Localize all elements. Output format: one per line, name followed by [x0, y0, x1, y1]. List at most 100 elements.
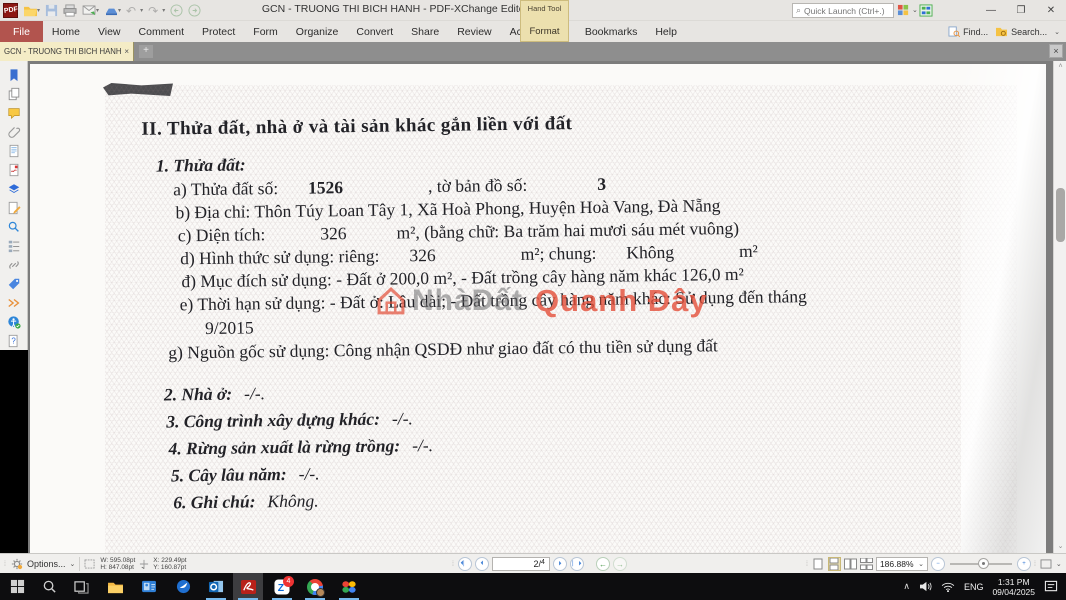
maximize-button[interactable]: ❐	[1014, 5, 1028, 16]
vertical-scrollbar-thumb[interactable]	[1056, 188, 1065, 242]
zoom-level-box[interactable]: 186.88%⌄	[876, 557, 928, 571]
signatures-pane-icon[interactable]	[5, 162, 23, 178]
publish-button[interactable]: ▾	[103, 2, 122, 19]
search-pane-icon[interactable]	[5, 219, 23, 235]
comments-pane-icon[interactable]	[5, 105, 23, 121]
speaker-icon[interactable]	[919, 581, 932, 592]
scroll-down-icon[interactable]: ⌄	[1054, 541, 1066, 553]
listing-site-watermark: NhàĐất Quanh Đây	[374, 283, 708, 319]
find-button[interactable]: Find...	[948, 26, 988, 37]
start-button[interactable]	[2, 573, 32, 600]
first-page-button[interactable]: ⏴⎸	[458, 557, 472, 571]
undo-button[interactable]: ↶	[125, 2, 137, 19]
action-center-icon[interactable]	[1044, 580, 1058, 593]
email-button[interactable]: ▾	[81, 2, 100, 19]
minimize-button[interactable]: —	[984, 5, 998, 16]
thumbnails-pane-icon[interactable]	[5, 86, 23, 102]
accessibility-pane-icon[interactable]	[5, 314, 23, 330]
next-page-button[interactable]: ⏵	[553, 557, 567, 571]
menu-convert[interactable]: Convert	[347, 21, 402, 42]
attachments-pane-icon[interactable]	[5, 124, 23, 140]
tags-pane-icon[interactable]	[5, 276, 23, 292]
menu-bookmarks[interactable]: Bookmarks	[576, 21, 647, 42]
last-page-button[interactable]: ⎸⏵	[570, 557, 584, 571]
fit-page-button[interactable]	[1040, 557, 1053, 571]
export-pane-icon[interactable]	[5, 200, 23, 216]
page-number-box[interactable]: 2/4	[492, 557, 550, 571]
tray-expand-chevron[interactable]: ∧	[903, 581, 910, 592]
menu-view[interactable]: View	[89, 21, 130, 42]
quick-launch-input[interactable]	[804, 6, 888, 16]
nav-back-button[interactable]	[169, 2, 184, 19]
document-page[interactable]: II. Thửa đất, nhà ở và tài sản khác gắn …	[30, 64, 1046, 553]
view-back-button[interactable]: ←	[596, 557, 610, 571]
redo-button[interactable]: ↷	[147, 2, 159, 19]
close-button[interactable]: ✕	[1044, 5, 1058, 16]
zoom-slider[interactable]	[950, 563, 1012, 565]
open-file-button[interactable]: ▾	[22, 2, 41, 19]
menu-form[interactable]: Form	[244, 21, 287, 42]
chrome-icon[interactable]	[300, 573, 330, 600]
menu-comment[interactable]: Comment	[130, 21, 194, 42]
ui-theme-icon[interactable]: ⌄	[897, 4, 918, 16]
zoom-slider-knob[interactable]	[978, 558, 989, 569]
statusbar-more-chevron[interactable]: ⌄	[1056, 560, 1062, 568]
tabbar-close-icon[interactable]: ×	[1049, 44, 1063, 58]
menu-share[interactable]: Share	[402, 21, 448, 42]
menu-help[interactable]: Help	[646, 21, 686, 42]
previous-page-button[interactable]: ⏴	[475, 557, 489, 571]
zoom-out-button[interactable]: −	[931, 557, 945, 571]
options-button[interactable]: Options...	[27, 559, 66, 569]
content-pane-icon[interactable]	[5, 143, 23, 159]
wifi-icon[interactable]	[941, 582, 955, 592]
redo-dropdown[interactable]: ▾	[161, 2, 166, 19]
menu-review[interactable]: Review	[448, 21, 500, 42]
people-app-icon[interactable]	[134, 573, 164, 600]
single-page-view-button[interactable]	[812, 557, 825, 571]
destinations-pane-icon[interactable]	[5, 295, 23, 311]
quick-launch-box[interactable]: ⌕	[792, 3, 894, 18]
bookmarks-pane-icon[interactable]	[5, 67, 23, 83]
two-page-view-button[interactable]	[844, 557, 857, 571]
menu-home[interactable]: Home	[43, 21, 89, 42]
butterfly-app-icon[interactable]	[334, 573, 364, 600]
zalo-icon[interactable]: Z4	[267, 573, 297, 600]
taskbar-clock[interactable]: 1:31 PM09/04/2025	[992, 577, 1035, 597]
menu-protect[interactable]: Protect	[193, 21, 244, 42]
file-explorer-icon[interactable]	[100, 573, 130, 600]
tab-close-icon[interactable]: ×	[124, 47, 129, 56]
ribbon-collapse-chevron[interactable]: ⌄	[1054, 28, 1060, 36]
blue-circle-app-icon[interactable]	[168, 573, 198, 600]
properties-pane-icon[interactable]: ?	[5, 333, 23, 349]
search-button[interactable]: Search...	[995, 26, 1047, 37]
new-tab-button[interactable]: +	[139, 45, 153, 58]
fields-pane-icon[interactable]	[5, 238, 23, 254]
task-view-icon[interactable]	[66, 573, 96, 600]
nav-forward-button[interactable]	[187, 2, 202, 19]
layers-pane-icon[interactable]	[5, 181, 23, 197]
menu-organize[interactable]: Organize	[287, 21, 348, 42]
zoom-in-button[interactable]: +	[1017, 557, 1031, 571]
taskbar-search-icon[interactable]	[34, 573, 64, 600]
vertical-scrollbar[interactable]: ˄ ⌄	[1053, 61, 1066, 553]
document-tab-active[interactable]: GCN - TRUONG THI BICH HANH ×	[0, 42, 134, 61]
launch-apps-icon[interactable]	[919, 4, 933, 22]
scroll-up-icon[interactable]: ˄	[1054, 61, 1066, 73]
undo-dropdown[interactable]: ▾	[139, 2, 144, 19]
menu-file[interactable]: File	[0, 21, 43, 42]
print-button[interactable]	[62, 2, 78, 19]
save-button[interactable]	[44, 2, 59, 19]
status-bar: ⁞ Options... ⌄ W: 595.08ptH: 847.08pt X:…	[0, 553, 1066, 573]
pdf-xchange-taskbar-icon[interactable]	[233, 573, 263, 600]
links-pane-icon[interactable]	[5, 257, 23, 273]
continuous-view-button[interactable]	[828, 557, 841, 571]
outlook-icon[interactable]	[201, 573, 231, 600]
page-size-icon	[84, 559, 96, 569]
menu-format[interactable]: Format	[529, 26, 559, 37]
search-icon: ⌕	[796, 5, 801, 16]
options-chevron[interactable]: ⌄	[69, 560, 75, 568]
document-canvas[interactable]: II. Thửa đất, nhà ở và tài sản khác gắn …	[28, 61, 1053, 553]
view-forward-button[interactable]: →	[613, 557, 627, 571]
two-page-continuous-button[interactable]	[860, 557, 873, 571]
language-indicator[interactable]: ENG	[964, 582, 984, 592]
